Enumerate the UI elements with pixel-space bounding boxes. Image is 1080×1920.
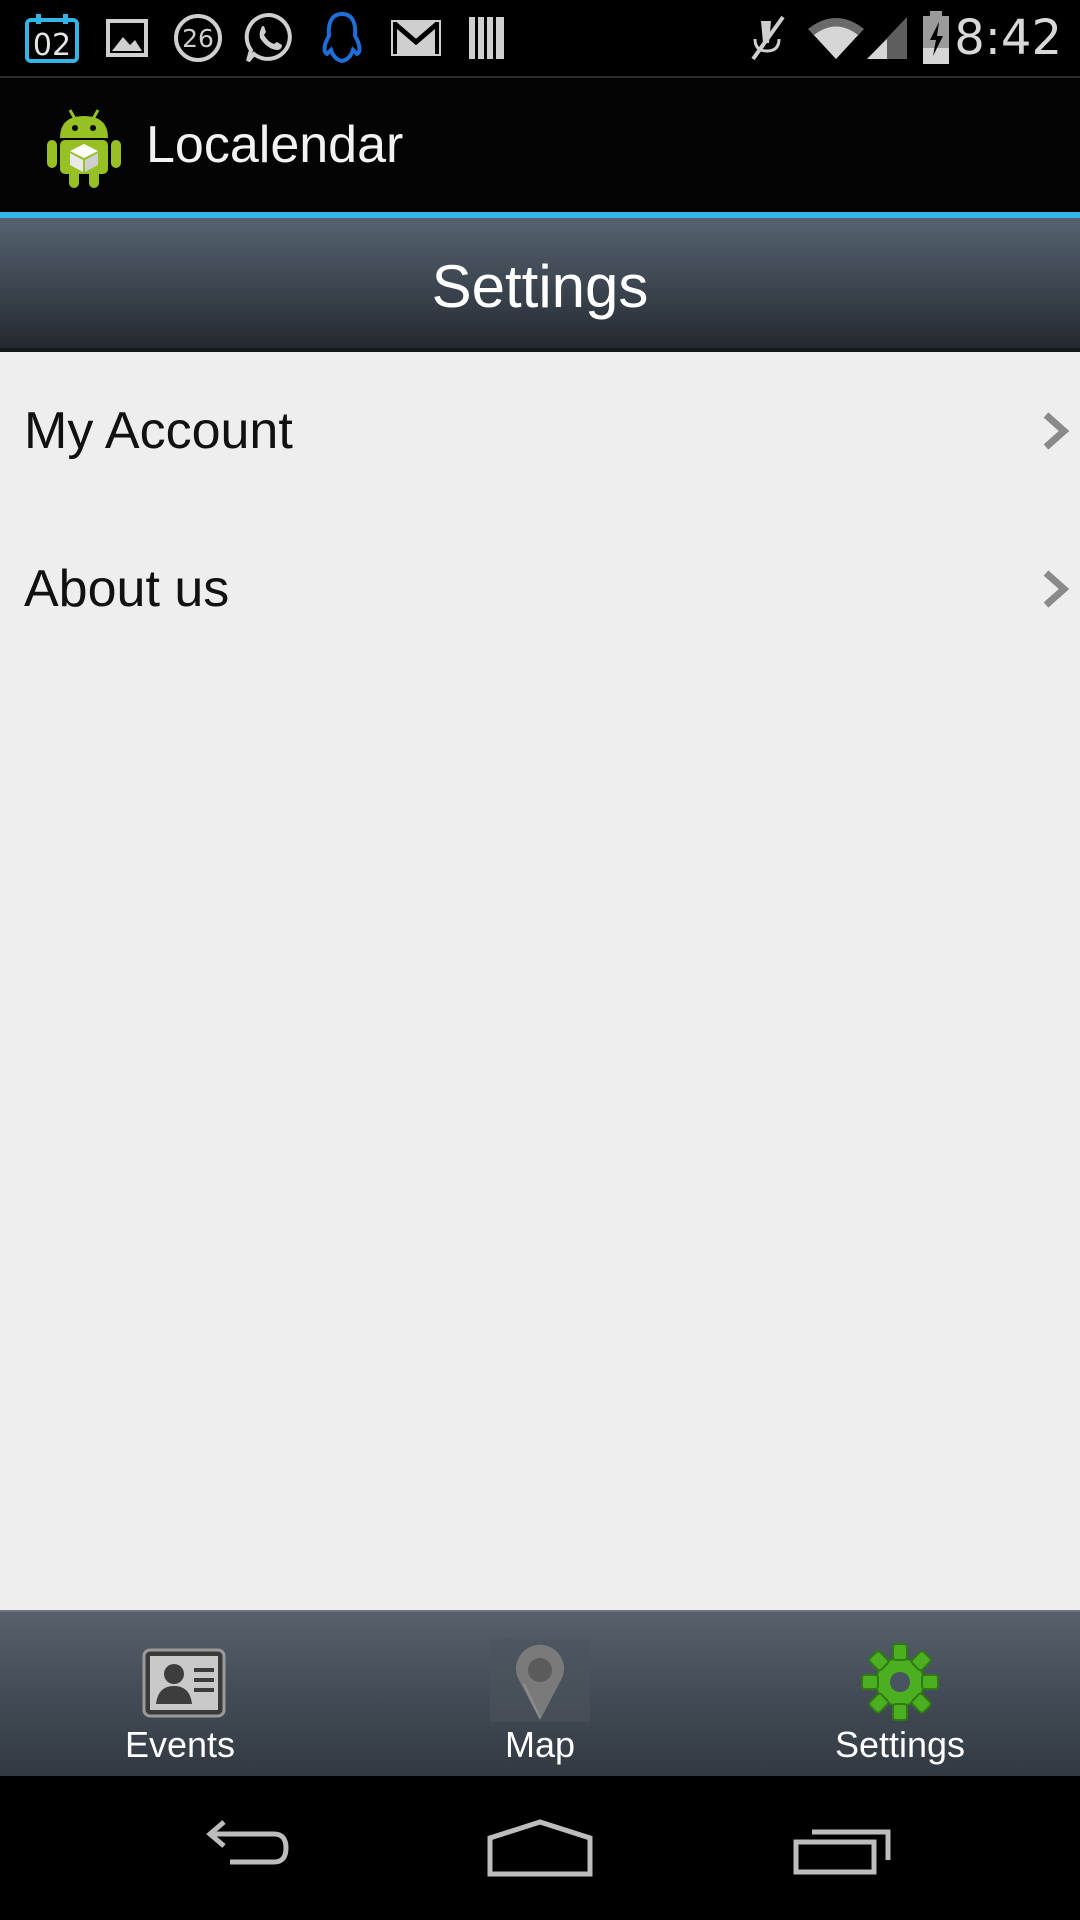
action-bar: Localendar: [0, 78, 1080, 212]
tab-map[interactable]: Map: [360, 1612, 720, 1776]
battery-icon: [916, 0, 956, 76]
settings-item-label: My Account: [24, 402, 293, 460]
chevron-right-icon: [1038, 565, 1072, 613]
calendar-day-text: 02: [33, 28, 71, 63]
recent-apps-icon[interactable]: [744, 1776, 944, 1920]
status-bar: 02 26 8:42: [0, 0, 1080, 78]
mute-icon: [740, 0, 794, 76]
screen: 02 26 8:42 Localendar Settings My Accoun…: [0, 0, 1080, 1920]
whatsapp-icon: [240, 0, 300, 76]
calendar-icon: 02: [22, 0, 82, 76]
back-icon[interactable]: [140, 1776, 340, 1920]
app-title: Localendar: [146, 116, 404, 174]
barcode-icon: [462, 0, 512, 76]
tab-label: Map: [504, 1724, 576, 1765]
status-time: 8:42: [954, 10, 1062, 66]
settings-item-about-us[interactable]: About us: [0, 510, 1080, 668]
page-header: Settings: [0, 218, 1080, 352]
gmail-icon: [386, 0, 446, 76]
tab-settings[interactable]: Settings: [720, 1612, 1080, 1776]
tab-bar: Events Map Settings: [0, 1610, 1080, 1776]
badge-26-icon: 26: [168, 0, 228, 76]
settings-item-label: About us: [24, 560, 230, 618]
signal-icon: [862, 0, 912, 76]
tab-events[interactable]: Events: [0, 1612, 360, 1776]
tab-label: Events: [124, 1724, 236, 1765]
chevron-right-icon: [1038, 407, 1072, 455]
settings-item-my-account[interactable]: My Account: [0, 352, 1080, 510]
badge-number-text: 26: [182, 24, 214, 53]
tab-label: Settings: [834, 1724, 966, 1765]
qq-icon: [312, 0, 372, 76]
nav-bar: [0, 1776, 1080, 1920]
home-icon[interactable]: [440, 1776, 640, 1920]
settings-list: My Account About us: [0, 352, 1080, 668]
android-icon: [44, 106, 124, 190]
gallery-icon: [102, 0, 152, 76]
wifi-icon: [804, 0, 868, 76]
page-title: Settings: [431, 253, 649, 320]
